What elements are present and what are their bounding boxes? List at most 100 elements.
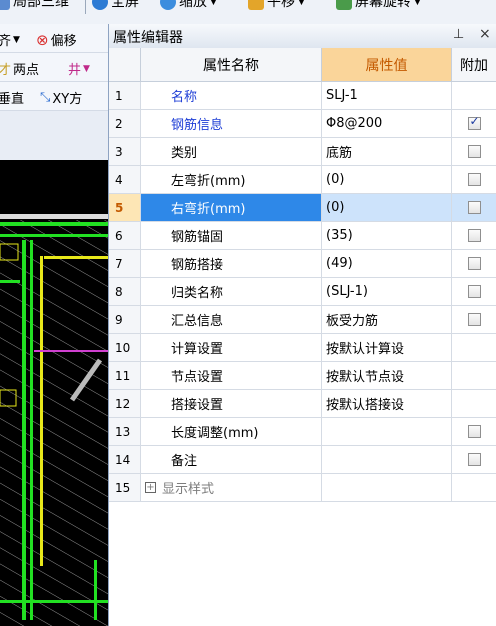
property-value-cell[interactable] bbox=[322, 474, 452, 502]
property-value-cell[interactable]: 按默认节点设 bbox=[322, 362, 452, 390]
extra-checkbox[interactable] bbox=[467, 201, 481, 214]
pan-label: 平移 bbox=[267, 0, 295, 10]
column-header-name[interactable]: 属性名称 bbox=[141, 48, 322, 82]
property-name-cell[interactable]: 名称 bbox=[141, 82, 322, 110]
extra-checkbox[interactable] bbox=[467, 425, 481, 438]
property-row[interactable]: 3 类别 底筋 bbox=[109, 138, 496, 166]
property-value-cell[interactable]: 板受力筋 bbox=[322, 306, 452, 334]
property-row[interactable]: 8 归类名称 (SLJ-1) bbox=[109, 278, 496, 306]
column-header-value[interactable]: 属性值 bbox=[322, 48, 452, 82]
chevron-down-icon[interactable]: ▼ bbox=[13, 35, 20, 45]
extra-cell bbox=[452, 250, 496, 278]
expand-icon[interactable]: + bbox=[145, 482, 156, 493]
extra-checkbox[interactable] bbox=[467, 313, 481, 326]
screen-rotate-button[interactable]: 屏幕旋转 ▼ bbox=[336, 0, 421, 12]
grid-button[interactable]: 井 ▼ bbox=[68, 59, 90, 78]
extra-checkbox[interactable] bbox=[467, 453, 481, 466]
pin-icon[interactable]: ⊥ bbox=[453, 27, 464, 42]
row-number: 5 bbox=[109, 194, 141, 222]
property-editor-titlebar: 属性编辑器 ⊥ × bbox=[109, 24, 496, 49]
property-value-cell[interactable]: SLJ-1 bbox=[322, 82, 452, 110]
property-value-cell[interactable] bbox=[322, 446, 452, 474]
property-row[interactable]: 5 右弯折(mm) (0) bbox=[109, 194, 496, 222]
fullscreen-button[interactable]: 全屏 bbox=[92, 0, 139, 12]
property-value-cell[interactable]: (49) bbox=[322, 250, 452, 278]
left-toolbar-row-2: 才 两点 井 ▼ bbox=[0, 53, 108, 82]
extra-cell bbox=[452, 166, 496, 194]
property-row[interactable]: 2 钢筋信息 Φ8@200 bbox=[109, 110, 496, 138]
property-name-cell[interactable]: 归类名称 bbox=[141, 278, 322, 306]
property-row[interactable]: 1 名称 SLJ-1 bbox=[109, 82, 496, 110]
partial-3d-button[interactable]: 局部三维 bbox=[0, 0, 69, 12]
extra-cell bbox=[452, 222, 496, 250]
property-row[interactable]: 13 长度调整(mm) bbox=[109, 418, 496, 446]
chevron-down-icon[interactable]: ▼ bbox=[83, 64, 90, 74]
property-row[interactable]: 4 左弯折(mm) (0) bbox=[109, 166, 496, 194]
property-value-cell[interactable]: 按默认搭接设 bbox=[322, 390, 452, 418]
property-name: 钢筋锚固 bbox=[171, 230, 224, 245]
property-row[interactable]: 10 计算设置 按默认计算设 bbox=[109, 334, 496, 362]
extra-checkbox[interactable] bbox=[467, 145, 481, 158]
extra-checkbox[interactable] bbox=[467, 285, 481, 298]
property-value-cell[interactable]: 按默认计算设 bbox=[322, 334, 452, 362]
property-value-cell[interactable]: (SLJ-1) bbox=[322, 278, 452, 306]
cad-drawing-canvas[interactable] bbox=[0, 160, 108, 626]
align-button[interactable]: 齐 ▼ bbox=[0, 30, 20, 49]
chevron-down-icon[interactable]: ▼ bbox=[210, 0, 217, 12]
property-row[interactable]: 9 汇总信息 板受力筋 bbox=[109, 306, 496, 334]
property-name-cell[interactable]: 长度调整(mm) bbox=[141, 418, 322, 446]
property-row[interactable]: 7 钢筋搭接 (49) bbox=[109, 250, 496, 278]
extra-checkbox[interactable] bbox=[467, 257, 481, 270]
property-value-cell[interactable]: Φ8@200 bbox=[322, 110, 452, 138]
property-name-cell[interactable]: 节点设置 bbox=[141, 362, 322, 390]
extra-cell bbox=[452, 110, 496, 138]
property-name-cell[interactable]: 计算设置 bbox=[141, 334, 322, 362]
pan-button[interactable]: 平移 ▼ bbox=[248, 0, 305, 12]
property-name-cell[interactable]: 钢筋锚固 bbox=[141, 222, 322, 250]
property-value-cell[interactable]: (35) bbox=[322, 222, 452, 250]
3d-icon bbox=[0, 0, 10, 10]
extra-cell bbox=[452, 138, 496, 166]
property-value-cell[interactable]: 底筋 bbox=[322, 138, 452, 166]
property-row[interactable]: 11 节点设置 按默认节点设 bbox=[109, 362, 496, 390]
property-name-cell[interactable]: 类别 bbox=[141, 138, 322, 166]
row-number: 14 bbox=[109, 446, 141, 474]
property-row[interactable]: 6 钢筋锚固 (35) bbox=[109, 222, 496, 250]
property-name: 汇总信息 bbox=[171, 314, 224, 329]
row-number: 3 bbox=[109, 138, 141, 166]
xy-direction-button[interactable]: ⤡ XY方 bbox=[40, 88, 82, 107]
zoom-button[interactable]: 缩放 ▼ bbox=[160, 0, 217, 12]
property-name-cell[interactable]: 搭接设置 bbox=[141, 390, 322, 418]
property-row[interactable]: 15 + 显示样式 bbox=[109, 474, 496, 502]
column-header-extra[interactable]: 附加 bbox=[452, 48, 496, 82]
two-point-label: 两点 bbox=[13, 63, 40, 78]
chevron-down-icon[interactable]: ▼ bbox=[298, 0, 305, 12]
close-icon[interactable]: × bbox=[479, 26, 491, 42]
property-name-cell[interactable]: 钢筋信息 bbox=[141, 110, 322, 138]
extra-checkbox[interactable] bbox=[467, 114, 481, 130]
chevron-down-icon[interactable]: ▼ bbox=[414, 0, 421, 12]
two-point-button[interactable]: 才 两点 bbox=[0, 59, 39, 78]
property-value-cell[interactable]: (0) bbox=[322, 194, 452, 222]
property-value-cell[interactable]: (0) bbox=[322, 166, 452, 194]
property-name-cell[interactable]: 钢筋搭接 bbox=[141, 250, 322, 278]
extra-checkbox[interactable] bbox=[467, 173, 481, 186]
property-row[interactable]: 12 搭接设置 按默认搭接设 bbox=[109, 390, 496, 418]
property-name-cell[interactable]: 备注 bbox=[141, 446, 322, 474]
property-name-cell[interactable]: + 显示样式 bbox=[141, 474, 322, 502]
two-point-icon: 才 bbox=[0, 59, 11, 78]
extra-checkbox[interactable] bbox=[467, 229, 481, 242]
property-name: 名称 bbox=[171, 90, 198, 105]
pan-icon bbox=[248, 0, 264, 10]
property-name-cell[interactable]: 右弯折(mm) bbox=[141, 194, 322, 222]
property-name: 搭接设置 bbox=[171, 398, 224, 413]
offset-button[interactable]: ⊗ 偏移 bbox=[36, 30, 77, 50]
rotate-icon bbox=[336, 0, 352, 10]
property-name-cell[interactable]: 左弯折(mm) bbox=[141, 166, 322, 194]
property-name: 右弯折(mm) bbox=[171, 202, 246, 217]
property-row[interactable]: 14 备注 bbox=[109, 446, 496, 474]
property-value-cell[interactable] bbox=[322, 418, 452, 446]
top-toolbar: 局部三维 全屏 缩放 ▼ 平移 ▼ 屏幕旋转 ▼ bbox=[0, 0, 496, 25]
vertical-button[interactable]: 垂直 bbox=[0, 88, 24, 107]
property-name-cell[interactable]: 汇总信息 bbox=[141, 306, 322, 334]
